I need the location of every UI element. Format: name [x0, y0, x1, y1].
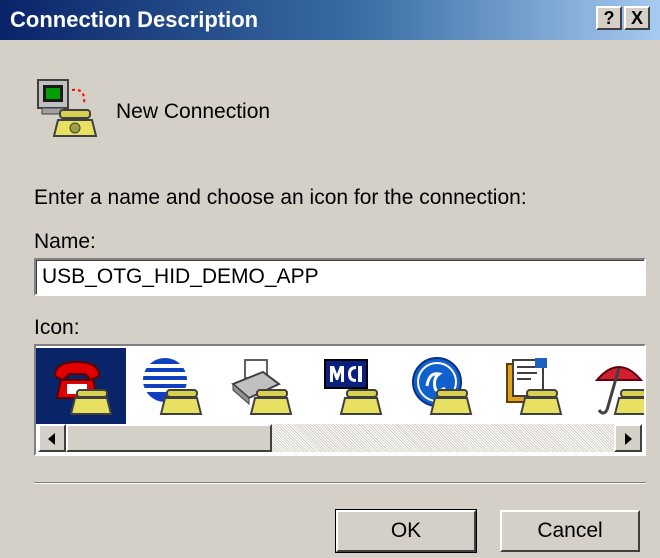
icon-option-ge[interactable] — [396, 348, 486, 424]
fax-phone-icon — [231, 359, 293, 415]
separator — [34, 482, 646, 484]
scroll-left-button[interactable] — [38, 424, 66, 452]
icon-option-fax[interactable] — [216, 348, 306, 424]
umbrella-phone-icon — [594, 366, 644, 415]
window-title: Connection Description — [10, 7, 259, 32]
icon-option-red-phone[interactable] — [36, 348, 126, 424]
close-button[interactable]: X — [624, 6, 650, 30]
red-phone-icon — [53, 360, 113, 415]
cancel-button[interactable]: Cancel — [500, 510, 640, 552]
arrow-left-icon — [48, 433, 55, 445]
ok-button[interactable]: OK — [335, 509, 477, 553]
ge-phone-icon — [412, 357, 473, 415]
name-input[interactable] — [34, 258, 646, 296]
instruction-text: Enter a name and choose an icon for the … — [34, 186, 527, 209]
icon-label: Icon: — [34, 316, 80, 339]
mci-phone-icon — [324, 359, 383, 415]
icon-option-mci[interactable] — [306, 348, 396, 424]
icon-list[interactable] — [34, 344, 646, 456]
scroll-right-button[interactable] — [614, 424, 642, 452]
icon-list-scrollbar[interactable] — [38, 424, 642, 452]
connection-description-dialog: Connection Description ? X New Connectio… — [0, 0, 660, 558]
connection-name: New Connection — [116, 100, 271, 123]
icon-option-umbrella[interactable] — [576, 348, 644, 424]
icon-option-globe[interactable] — [126, 348, 216, 424]
scrollbar-thumb[interactable] — [66, 424, 272, 452]
globe-phone-icon — [143, 358, 203, 415]
title-bar[interactable]: Connection Description ? X — [0, 0, 660, 40]
documents-phone-icon — [506, 358, 563, 415]
name-label: Name: — [34, 230, 96, 253]
help-button[interactable]: ? — [596, 6, 622, 30]
computer-phone-icon — [37, 79, 98, 137]
arrow-right-icon — [625, 433, 632, 445]
icon-option-documents[interactable] — [486, 348, 576, 424]
